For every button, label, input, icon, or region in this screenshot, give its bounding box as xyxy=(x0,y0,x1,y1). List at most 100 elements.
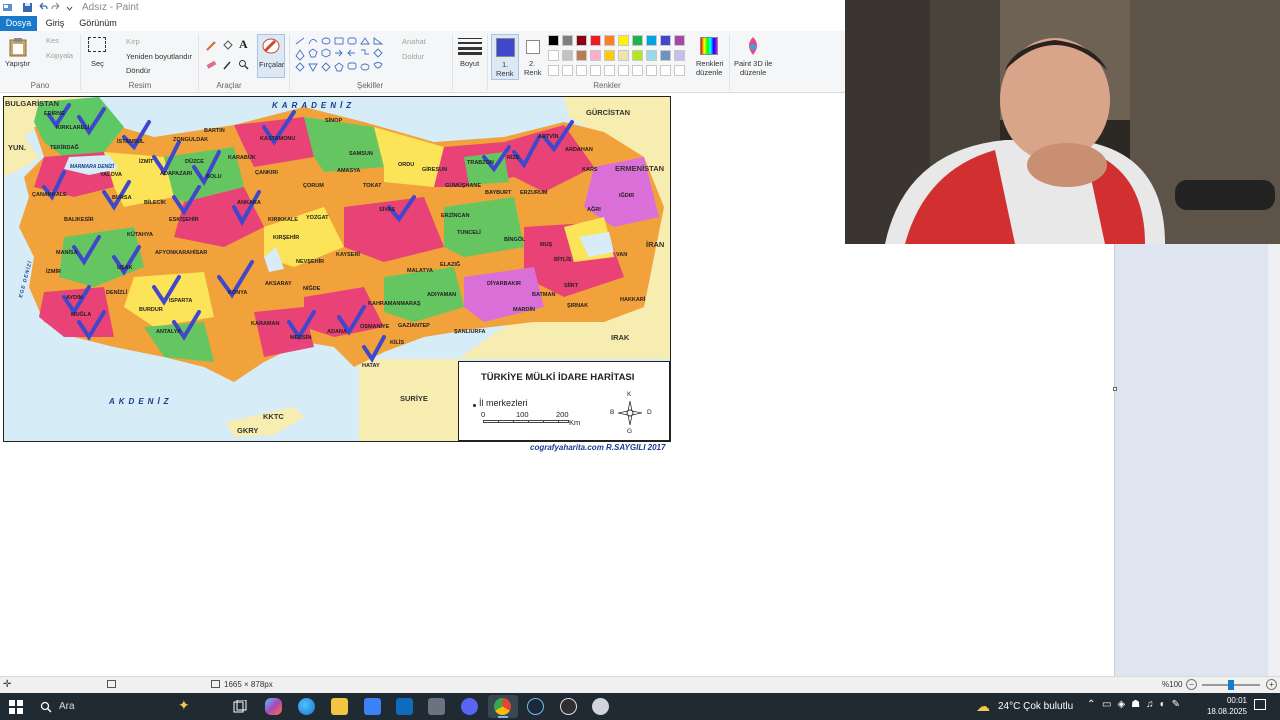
windows-start-icon[interactable] xyxy=(9,700,23,714)
custom-color-slot[interactable] xyxy=(646,65,657,76)
outlook-icon[interactable] xyxy=(396,698,413,715)
palette-swatch[interactable] xyxy=(632,35,643,46)
task-view-icon[interactable] xyxy=(233,700,247,714)
country-label: GKRY xyxy=(237,426,259,435)
tab-file[interactable]: Dosya xyxy=(0,16,37,31)
scale-label-0: 0 xyxy=(481,410,486,419)
custom-color-slot[interactable] xyxy=(576,65,587,76)
chrome-icon xyxy=(494,698,511,715)
paint-taskbar-icon[interactable] xyxy=(592,698,609,715)
color1-button[interactable]: 1. Renk xyxy=(491,34,519,80)
palette-swatch[interactable] xyxy=(674,50,685,61)
province-label: BATMAN xyxy=(532,292,556,298)
palette-swatch[interactable] xyxy=(562,35,573,46)
palette-swatch[interactable] xyxy=(646,35,657,46)
save-icon[interactable] xyxy=(22,2,33,13)
custom-color-slot[interactable] xyxy=(548,65,559,76)
discord-icon[interactable] xyxy=(461,698,478,715)
color-picker-icon[interactable] xyxy=(222,59,233,70)
status-bar: ✛ 1665 × 878px %100 − + xyxy=(0,676,1280,693)
edge-icon[interactable] xyxy=(298,698,315,715)
taskbar-search-box[interactable]: Ara ✦ xyxy=(33,695,223,718)
custom-color-slot[interactable] xyxy=(674,65,685,76)
country-label: KKTC xyxy=(263,412,284,421)
clock-time[interactable]: 00:01 xyxy=(1207,696,1247,705)
copilot-icon[interactable] xyxy=(265,698,282,715)
pencil-icon[interactable] xyxy=(206,40,217,51)
custom-color-slot[interactable] xyxy=(604,65,615,76)
palette-swatch[interactable] xyxy=(548,35,559,46)
size-button[interactable]: Boyut xyxy=(456,36,484,78)
obs-icon[interactable] xyxy=(560,698,577,715)
photos-icon[interactable] xyxy=(428,698,445,715)
palette-swatch[interactable] xyxy=(618,35,629,46)
tab-home[interactable]: Giriş xyxy=(40,16,70,31)
palette-swatch[interactable] xyxy=(632,50,643,61)
custom-color-slot[interactable] xyxy=(562,65,573,76)
show-hidden-icons[interactable]: ⌃ xyxy=(1087,699,1095,710)
palette-swatch[interactable] xyxy=(660,50,671,61)
fill-icon[interactable] xyxy=(222,40,233,51)
file-explorer-icon[interactable] xyxy=(331,698,348,715)
cut-button[interactable]: Kes xyxy=(46,36,59,45)
clock-date[interactable]: 18.08.2025 xyxy=(1199,707,1247,716)
palette-swatch[interactable] xyxy=(576,35,587,46)
canvas-resize-handle[interactable] xyxy=(1113,387,1117,391)
palette-swatch[interactable] xyxy=(590,50,601,61)
zoom-out-button[interactable]: − xyxy=(1186,679,1197,690)
ribbon-separator xyxy=(729,34,730,90)
shape-outline-button[interactable]: Anahat xyxy=(402,37,426,46)
shape-fill-button[interactable]: Doldur xyxy=(402,52,424,61)
weather-text[interactable]: 24°C Çok bulutlu xyxy=(998,701,1073,712)
palette-swatch[interactable] xyxy=(548,50,559,61)
palette-swatch[interactable] xyxy=(674,35,685,46)
steam-icon[interactable] xyxy=(527,698,544,715)
crop-button[interactable]: Kırp xyxy=(126,37,140,46)
shapes-gallery[interactable] xyxy=(294,36,396,76)
custom-color-slot[interactable] xyxy=(632,65,643,76)
palette-swatch[interactable] xyxy=(618,50,629,61)
resize-button[interactable]: Yeniden boyutlandır xyxy=(126,52,192,61)
brushes-button[interactable]: Fırçalar xyxy=(257,34,285,78)
text-tool-icon[interactable]: A xyxy=(239,37,248,52)
palette-swatch[interactable] xyxy=(576,50,587,61)
palette-swatch[interactable] xyxy=(646,50,657,61)
tab-view[interactable]: Görünüm xyxy=(78,16,118,31)
eraser-icon[interactable] xyxy=(206,59,217,70)
custom-color-slot[interactable] xyxy=(590,65,601,76)
magnifier-icon[interactable] xyxy=(238,59,249,70)
province-label: MARDİN xyxy=(513,307,535,313)
zoom-in-button[interactable]: + xyxy=(1266,679,1277,690)
vertical-scrollbar[interactable] xyxy=(1268,244,1280,676)
active-app-highlight[interactable] xyxy=(488,695,518,718)
palette-swatch[interactable] xyxy=(604,35,615,46)
paste-button[interactable]: Yapıştır xyxy=(3,35,31,75)
color2-label-2: Renk xyxy=(524,68,542,77)
custom-color-slot[interactable] xyxy=(618,65,629,76)
province-label: ŞIRNAK xyxy=(567,303,589,309)
paint3d-button[interactable]: Paint 3D ile düzenle xyxy=(733,35,775,79)
province-label: KONYA xyxy=(228,290,248,296)
ribbon-separator xyxy=(487,34,488,90)
tray-icons[interactable]: ▭◈☗♫◐✎ xyxy=(1102,699,1186,710)
store-icon[interactable] xyxy=(364,698,381,715)
copy-button[interactable]: Kopyala xyxy=(46,51,73,60)
redo-icon[interactable] xyxy=(51,2,62,13)
color2-button[interactable]: 2. Renk xyxy=(521,34,545,80)
edit-colors-button[interactable]: Renkleri düzenle xyxy=(695,35,725,79)
notification-icon[interactable] xyxy=(1254,699,1266,710)
rotate-button[interactable]: Döndür xyxy=(126,66,151,75)
palette-swatch[interactable] xyxy=(660,35,671,46)
province-label: EDİRNE xyxy=(44,111,65,117)
province-label: TEKİRDAĞ xyxy=(50,145,79,151)
undo-icon[interactable] xyxy=(37,2,48,13)
palette-swatch[interactable] xyxy=(604,50,615,61)
province-label: KİLİS xyxy=(390,340,405,346)
palette-swatch[interactable] xyxy=(562,50,573,61)
custom-color-slot[interactable] xyxy=(660,65,671,76)
clipboard-icon xyxy=(9,38,27,57)
zoom-slider-thumb[interactable] xyxy=(1228,680,1234,690)
customize-toolbar-icon[interactable] xyxy=(64,2,75,13)
palette-swatch[interactable] xyxy=(590,35,601,46)
select-button[interactable]: Seç xyxy=(85,37,109,75)
